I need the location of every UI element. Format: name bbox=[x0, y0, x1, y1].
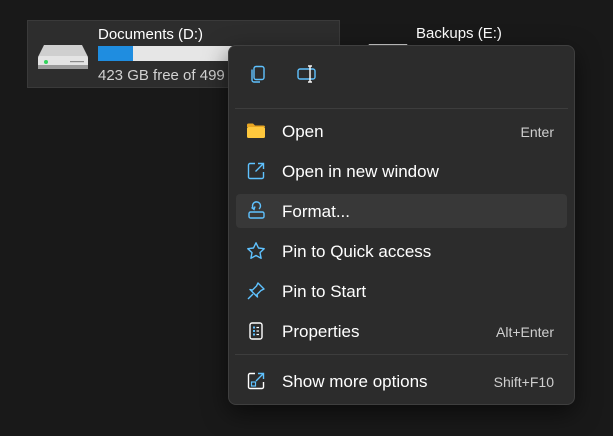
menu-item-format[interactable]: Format... bbox=[236, 194, 567, 228]
menu-item-label: Pin to Quick access bbox=[282, 242, 432, 261]
menu-item-label: Properties bbox=[282, 322, 360, 341]
drive-usage-fill bbox=[98, 46, 134, 61]
menu-item-shortcut: Enter bbox=[520, 124, 554, 140]
copy-button[interactable] bbox=[240, 58, 276, 94]
menu-separator bbox=[235, 354, 568, 355]
menu-item-properties[interactable]: Properties Alt+Enter bbox=[236, 314, 567, 348]
drive-name: Backups (E:) bbox=[416, 25, 502, 42]
rename-button[interactable] bbox=[289, 58, 325, 94]
drive-name: Documents (D:) bbox=[98, 26, 204, 43]
folder-icon bbox=[246, 121, 266, 141]
hard-drive-icon bbox=[36, 41, 90, 71]
menu-item-show-more-options[interactable]: Show more options Shift+F10 bbox=[236, 364, 567, 398]
menu-item-label: Format... bbox=[282, 202, 351, 221]
format-drive-icon bbox=[246, 201, 266, 221]
star-icon bbox=[246, 241, 266, 261]
properties-icon bbox=[246, 321, 266, 341]
context-menu-toolbar bbox=[229, 46, 574, 106]
menu-item-pin-quick-access[interactable]: Pin to Quick access bbox=[236, 234, 567, 268]
menu-item-shortcut: Alt+Enter bbox=[496, 324, 554, 340]
show-more-options-icon bbox=[246, 371, 266, 391]
rename-icon bbox=[296, 64, 318, 89]
context-menu: Open Enter Open in new window Format... bbox=[228, 45, 575, 405]
menu-item-open-new-window[interactable]: Open in new window bbox=[236, 154, 567, 188]
copy-icon bbox=[248, 64, 268, 89]
menu-item-pin-start[interactable]: Pin to Start bbox=[236, 274, 567, 308]
open-new-window-icon bbox=[246, 161, 266, 181]
menu-item-label: Open bbox=[282, 122, 324, 141]
menu-item-label: Show more options bbox=[282, 372, 428, 391]
menu-item-open[interactable]: Open Enter bbox=[236, 114, 567, 148]
menu-item-label: Pin to Start bbox=[282, 282, 367, 301]
menu-item-shortcut: Shift+F10 bbox=[493, 374, 554, 390]
pin-icon bbox=[246, 281, 266, 301]
menu-separator bbox=[235, 108, 568, 109]
menu-item-label: Open in new window bbox=[282, 162, 439, 181]
